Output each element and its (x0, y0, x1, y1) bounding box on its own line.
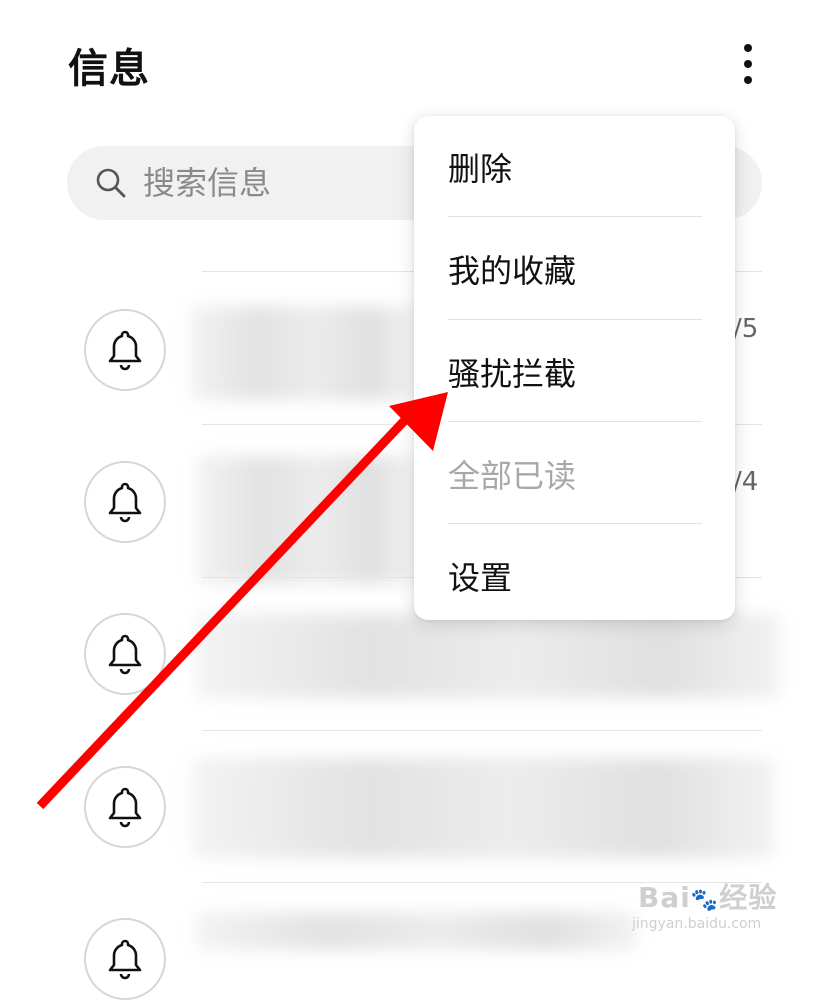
list-item-date: /4 (733, 467, 759, 497)
overflow-menu: 删除 我的收藏 骚扰拦截 全部已读 设置 (414, 116, 735, 620)
search-input[interactable] (143, 164, 383, 202)
page-title: 信息 (68, 46, 150, 92)
bell-icon (108, 787, 142, 828)
bell-icon (108, 482, 142, 523)
menu-item-favorites[interactable]: 我的收藏 (448, 218, 702, 320)
list-item-preview[interactable] (196, 614, 780, 698)
more-options-button[interactable] (728, 40, 768, 88)
more-dot (744, 60, 752, 68)
bell-icon (108, 939, 142, 980)
menu-divider (448, 216, 702, 217)
list-item-preview[interactable] (190, 306, 415, 400)
menu-item-delete[interactable]: 删除 (448, 116, 702, 218)
watermark-url: jingyan.baidu.com (632, 916, 762, 932)
baidu-jingyan-watermark: Bai🐾经验 jingyan.baidu.com (632, 864, 802, 944)
menu-divider (448, 523, 702, 524)
watermark-logo: Bai🐾经验 (638, 881, 778, 914)
menu-item-mark-all-read: 全部已读 (448, 457, 577, 495)
list-item-preview[interactable] (196, 912, 636, 950)
list-item-preview[interactable] (192, 758, 774, 858)
avatar[interactable] (84, 918, 166, 1000)
more-dot (744, 76, 752, 84)
bell-icon (108, 330, 142, 371)
list-item-date: /5 (733, 314, 759, 344)
menu-divider (448, 319, 702, 320)
avatar[interactable] (84, 309, 166, 391)
avatar[interactable] (84, 613, 166, 695)
list-item-preview[interactable] (196, 456, 415, 584)
bell-icon (108, 634, 142, 675)
menu-item-settings[interactable]: 设置 (448, 525, 702, 620)
avatar[interactable] (84, 461, 166, 543)
avatar[interactable] (84, 766, 166, 848)
list-divider (202, 730, 762, 731)
menu-divider (448, 421, 702, 422)
more-vertical-icon (744, 44, 752, 52)
menu-item-spam-blocking[interactable]: 骚扰拦截 (448, 321, 702, 423)
search-icon (96, 168, 126, 198)
